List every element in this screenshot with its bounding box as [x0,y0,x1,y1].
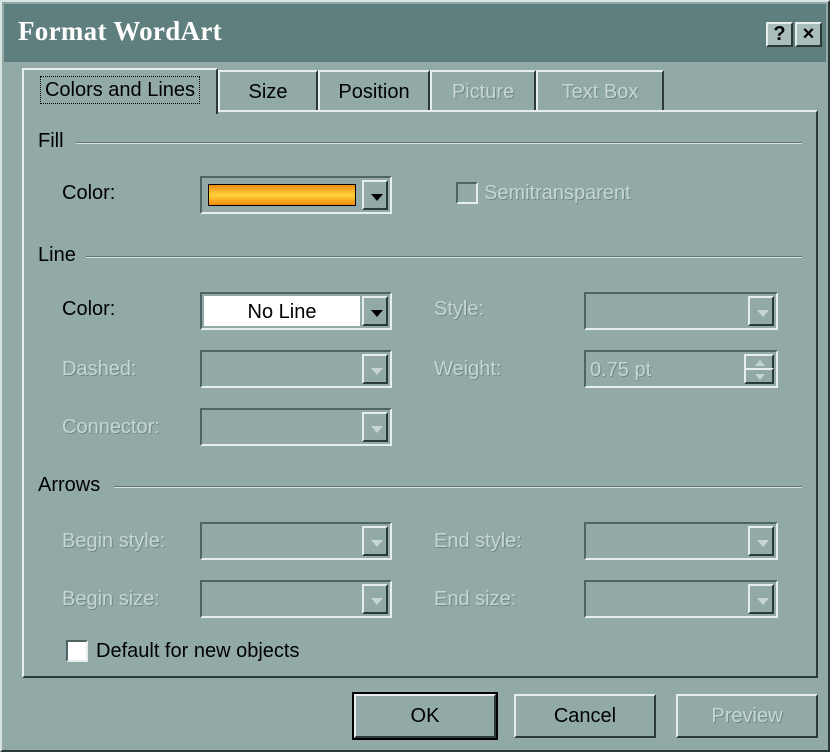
end-size-dropdown[interactable] [584,580,778,618]
format-wordart-dialog: Format WordArt ? × Colors and Lines Size… [0,0,830,752]
weight-value: 0.75 pt [590,359,652,381]
end-size-label: End size: [434,588,517,610]
ok-button[interactable]: OK [352,692,498,740]
tab-label: Picture [451,81,515,103]
tab-text-box[interactable]: Text Box [536,70,664,110]
tab-label: Position [338,81,410,103]
fill-section-label: Fill [38,130,72,153]
end-style-dropdown[interactable] [584,522,778,560]
line-style-label: Style: [434,298,485,320]
dialog-title: Format WordArt [18,16,222,46]
semitransparent-checkbox[interactable] [456,182,478,204]
connector-label: Connector: [62,416,160,438]
arrows-divider [114,486,802,488]
chevron-down-icon[interactable] [362,180,388,210]
chevron-down-icon[interactable] [362,296,388,326]
tab-label: Size [248,81,288,103]
chevron-down-icon[interactable] [362,412,388,442]
colors-and-lines-panel: Fill Color: Semitransparent Line Color: … [22,110,818,678]
default-for-new-objects-label: Default for new objects [96,640,300,662]
end-style-label: End style: [434,530,522,552]
weight-spin-buttons[interactable] [744,354,774,384]
semitransparent-label: Semitransparent [484,182,631,204]
weight-label: Weight: [434,358,502,380]
begin-style-dropdown[interactable] [200,522,392,560]
arrows-section-label: Arrows [38,474,109,497]
fill-color-swatch [208,184,356,206]
chevron-down-icon[interactable] [362,354,388,384]
line-color-value: No Line [204,296,360,326]
connector-dropdown[interactable] [200,408,392,446]
chevron-down-icon[interactable] [748,526,774,556]
tab-label: Colors and Lines [39,76,201,104]
chevron-down-icon[interactable] [362,526,388,556]
line-section-label: Line [38,244,84,267]
line-color-label: Color: [62,298,116,320]
spin-down-icon[interactable] [744,368,774,384]
dashed-label: Dashed: [62,358,137,380]
tab-label: Text Box [561,81,639,103]
preview-button[interactable]: Preview [676,694,818,738]
line-style-dropdown[interactable] [584,292,778,330]
cancel-button[interactable]: Cancel [514,694,656,738]
close-button[interactable]: × [795,22,822,47]
fill-divider [76,142,802,144]
title-bar[interactable]: Format WordArt ? × [4,4,826,62]
tab-position[interactable]: Position [318,70,430,110]
chevron-down-icon[interactable] [362,584,388,614]
default-for-new-objects-checkbox[interactable] [66,640,88,662]
tab-colors-and-lines[interactable]: Colors and Lines [22,68,218,114]
dashed-dropdown[interactable] [200,350,392,388]
fill-color-dropdown[interactable] [200,176,392,214]
chevron-down-icon[interactable] [748,584,774,614]
line-divider [86,256,802,258]
fill-color-label: Color: [62,182,116,204]
begin-style-label: Begin style: [62,530,166,552]
begin-size-label: Begin size: [62,588,160,610]
tab-size[interactable]: Size [218,70,318,110]
chevron-down-icon[interactable] [748,296,774,326]
help-button[interactable]: ? [766,22,793,47]
begin-size-dropdown[interactable] [200,580,392,618]
line-color-dropdown[interactable]: No Line [200,292,392,330]
tab-picture[interactable]: Picture [430,70,536,110]
weight-spinner[interactable]: 0.75 pt [584,350,778,388]
